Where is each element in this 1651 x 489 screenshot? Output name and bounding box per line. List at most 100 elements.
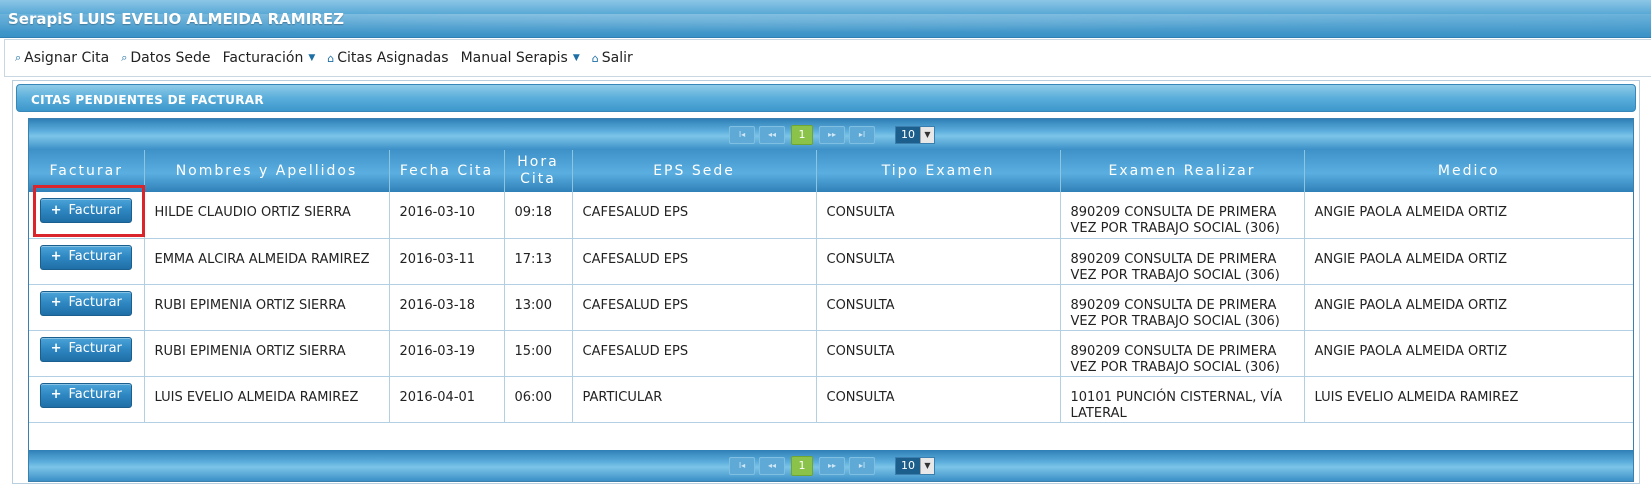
cell-examen: 10101 PUNCIÓN CISTERNAL, VÍA LATERAL (1060, 376, 1305, 423)
cell-nombre: LUIS EVELIO ALMEIDA RAMIREZ (144, 376, 390, 423)
col-header-examen: Examen Realizar (1060, 150, 1305, 192)
menu-label: Asignar Cita (24, 50, 110, 66)
plus-icon: + (50, 295, 62, 310)
citas-panel: CITAS PENDIENTES DE FACTURAR I◂ ◂◂ 1 ▸▸ … (12, 80, 1640, 484)
caret-down-icon: ▼ (572, 53, 580, 63)
table-row: + Facturar RUBI EPIMENIA ORTIZ SIERRA 201… (29, 330, 1633, 377)
cell-medico: LUIS EVELIO ALMEIDA RAMIREZ (1304, 376, 1633, 423)
home-icon: ⌂ (327, 51, 335, 65)
col-header-nombres: Nombres y Apellidos (144, 150, 390, 192)
page-number-button[interactable]: 1 (791, 455, 813, 476)
main-menu: ⌕ Asignar Cita ⌕ Datos Sede Facturación … (4, 39, 1651, 77)
search-icon: ⌕ (121, 51, 128, 64)
last-page-button[interactable]: ▸I (849, 456, 875, 475)
cell-tipo: CONSULTA (816, 238, 1061, 285)
rows-per-page-select[interactable]: 10 ▼ (895, 125, 935, 144)
cell-tipo: CONSULTA (816, 284, 1061, 331)
panel-header: CITAS PENDIENTES DE FACTURAR (16, 84, 1636, 112)
table-row: + Facturar LUIS EVELIO ALMEIDA RAMIREZ 20… (29, 376, 1633, 423)
cell-examen: 890209 CONSULTA DE PRIMERA VEZ POR TRABA… (1060, 284, 1305, 331)
cell-hora: 17:13 (504, 238, 573, 285)
rows-per-page-value: 10 (896, 457, 920, 474)
col-header-hora: Hora Cita (504, 150, 573, 192)
menu-asignar-cita[interactable]: ⌕ Asignar Cita (15, 50, 109, 66)
cell-eps: CAFESALUD EPS (572, 238, 817, 285)
cell-tipo: CONSULTA (816, 376, 1061, 423)
panel-title: CITAS PENDIENTES DE FACTURAR (31, 93, 264, 107)
plus-icon: + (50, 202, 62, 218)
menu-datos-sede[interactable]: ⌕ Datos Sede (121, 50, 210, 66)
cell-hora: 06:00 (504, 376, 573, 423)
rows-per-page-value: 10 (896, 126, 920, 143)
menu-label: Citas Asignadas (337, 50, 449, 66)
plus-icon: + (50, 387, 62, 402)
cell-hora: 09:18 (504, 192, 573, 239)
first-page-button[interactable]: I◂ (729, 456, 755, 475)
facturar-button[interactable]: + Facturar (40, 198, 133, 223)
col-header-facturar: Facturar (29, 150, 145, 192)
menu-label: Facturación (222, 50, 304, 66)
menu-salir[interactable]: ⌂ Salir (592, 50, 633, 66)
facturar-button[interactable]: + Facturar (40, 290, 133, 316)
first-page-button[interactable]: I◂ (729, 125, 755, 144)
cell-medico: ANGIE PAOLA ALMEIDA ORTIZ (1304, 330, 1633, 377)
chevron-down-icon: ▼ (920, 457, 934, 474)
menu-label: Salir (601, 50, 633, 66)
app-title: SerapiS LUIS EVELIO ALMEIDA RAMIREZ (8, 10, 344, 28)
table-row: + Facturar HILDE CLAUDIO ORTIZ SIERRA 201… (29, 192, 1633, 239)
col-header-eps: EPS Sede (572, 150, 817, 192)
cell-examen: 890209 CONSULTA DE PRIMERA VEZ POR TRABA… (1060, 330, 1305, 377)
menu-facturacion[interactable]: Facturación ▼ (223, 50, 316, 66)
cell-fecha: 2016-03-11 (389, 238, 505, 285)
prev-page-button[interactable]: ◂◂ (759, 456, 785, 475)
cell-medico: ANGIE PAOLA ALMEIDA ORTIZ (1304, 284, 1633, 331)
cell-tipo: CONSULTA (816, 330, 1061, 377)
col-header-fecha: Fecha Cita (389, 150, 505, 192)
cell-examen: 890209 CONSULTA DE PRIMERA VEZ POR TRABA… (1060, 192, 1305, 239)
last-page-button[interactable]: ▸I (849, 125, 875, 144)
pager-top: I◂ ◂◂ 1 ▸▸ ▸I 10 ▼ (29, 119, 1633, 150)
facturar-button[interactable]: + Facturar (40, 336, 133, 362)
cell-examen: 890209 CONSULTA DE PRIMERA VEZ POR TRABA… (1060, 238, 1305, 285)
cell-hora: 13:00 (504, 284, 573, 331)
cell-eps: CAFESALUD EPS (572, 330, 817, 377)
cell-nombre: RUBI EPIMENIA ORTIZ SIERRA (144, 284, 390, 331)
menu-label: Datos Sede (130, 50, 211, 66)
col-header-tipo: Tipo Examen (816, 150, 1061, 192)
table-row: + Facturar RUBI EPIMENIA ORTIZ SIERRA 201… (29, 284, 1633, 331)
cell-fecha: 2016-03-18 (389, 284, 505, 331)
title-bar: SerapiS LUIS EVELIO ALMEIDA RAMIREZ (0, 0, 1651, 38)
page-number-button[interactable]: 1 (791, 124, 813, 145)
next-page-button[interactable]: ▸▸ (819, 125, 845, 144)
menu-manual-serapis[interactable]: Manual Serapis ▼ (461, 50, 580, 66)
citas-grid: I◂ ◂◂ 1 ▸▸ ▸I 10 ▼ Facturar Nombres y Ap… (28, 118, 1634, 482)
chevron-down-icon: ▼ (920, 126, 934, 143)
cell-nombre: HILDE CLAUDIO ORTIZ SIERRA (144, 192, 390, 239)
caret-down-icon: ▼ (308, 53, 316, 63)
rows-per-page-select[interactable]: 10 ▼ (895, 456, 935, 475)
next-page-button[interactable]: ▸▸ (819, 456, 845, 475)
menu-label: Manual Serapis (460, 50, 568, 66)
table-header-row: Facturar Nombres y Apellidos Fecha Cita … (29, 150, 1633, 192)
table-row: + Facturar EMMA ALCIRA ALMEIDA RAMIREZ 20… (29, 238, 1633, 285)
citas-table: Facturar Nombres y Apellidos Fecha Cita … (29, 150, 1633, 423)
cell-medico: ANGIE PAOLA ALMEIDA ORTIZ (1304, 238, 1633, 285)
prev-page-button[interactable]: ◂◂ (759, 125, 785, 144)
cell-fecha: 2016-03-19 (389, 330, 505, 377)
cell-medico: ANGIE PAOLA ALMEIDA ORTIZ (1304, 192, 1633, 239)
facturar-button[interactable]: + Facturar (40, 244, 133, 270)
pager-bottom: I◂ ◂◂ 1 ▸▸ ▸I 10 ▼ (29, 450, 1633, 481)
cell-nombre: RUBI EPIMENIA ORTIZ SIERRA (144, 330, 390, 377)
col-header-medico: Medico (1304, 150, 1633, 192)
menu-citas-asignadas[interactable]: ⌂ Citas Asignadas (327, 50, 448, 66)
cell-eps: PARTICULAR (572, 376, 817, 423)
cell-fecha: 2016-03-10 (389, 192, 505, 239)
cell-tipo: CONSULTA (816, 192, 1061, 239)
facturar-button[interactable]: + Facturar (40, 382, 133, 408)
cell-eps: CAFESALUD EPS (572, 192, 817, 239)
search-icon: ⌕ (15, 51, 22, 64)
cell-fecha: 2016-04-01 (389, 376, 505, 423)
plus-icon: + (50, 341, 62, 356)
cell-nombre: EMMA ALCIRA ALMEIDA RAMIREZ (144, 238, 390, 285)
cell-eps: CAFESALUD EPS (572, 284, 817, 331)
